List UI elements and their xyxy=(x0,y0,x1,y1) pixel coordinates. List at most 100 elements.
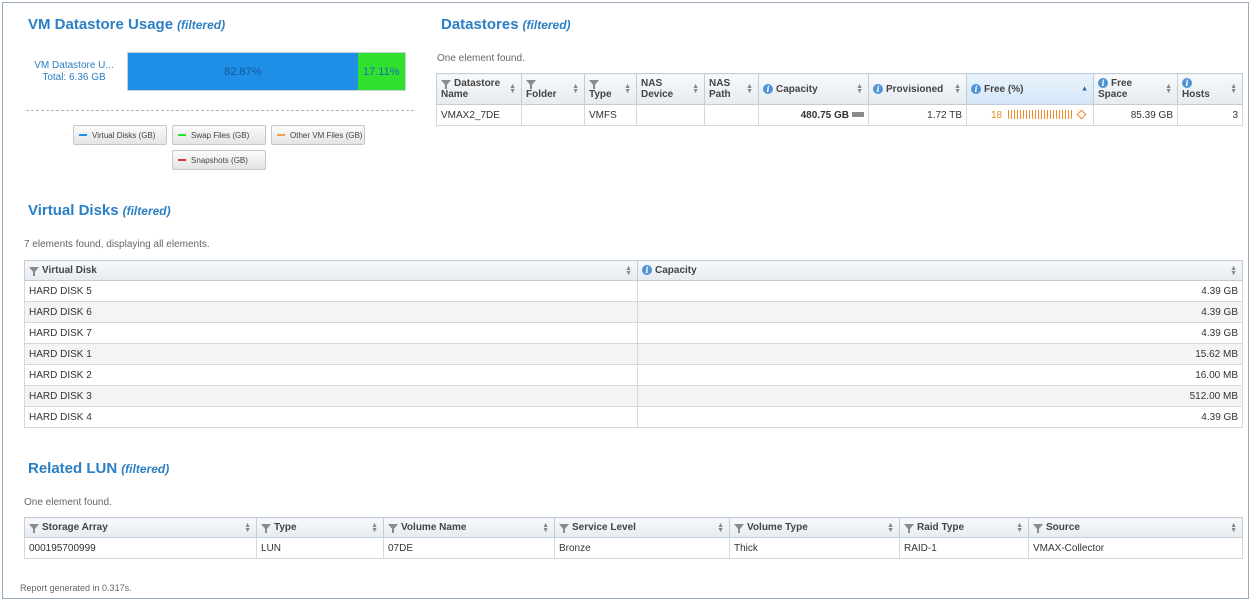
cell-datastore-name: VMAX2_7DE xyxy=(436,104,522,126)
filter-icon[interactable] xyxy=(904,524,914,533)
filter-icon[interactable] xyxy=(388,524,398,533)
filter-icon[interactable] xyxy=(589,80,599,89)
sort-icon[interactable]: ▲ ▼ xyxy=(244,522,251,534)
col-source[interactable]: Source ▲ ▼ xyxy=(1028,517,1243,538)
cell-capacity: 4.39 GB xyxy=(637,322,1243,344)
header-label: NAS xyxy=(709,78,731,89)
col-nas-path[interactable]: NAS Path ▲ ▼ xyxy=(704,73,759,105)
filter-icon[interactable] xyxy=(29,267,39,276)
filter-icon[interactable] xyxy=(441,80,451,89)
info-icon[interactable]: i xyxy=(1098,78,1108,88)
legend-snapshots[interactable]: Snapshots (GB) xyxy=(172,150,266,170)
col-provisioned[interactable]: i Provisioned ▲ ▼ xyxy=(868,73,967,105)
legend-virtual-disks[interactable]: Virtual Disks (GB) xyxy=(73,125,167,145)
col-capacity[interactable]: i Capacity ▲ ▼ xyxy=(758,73,869,105)
col-type[interactable]: Type ▲ ▼ xyxy=(256,517,384,538)
segment-swap-files[interactable]: 17.11% xyxy=(357,53,405,90)
sort-icon[interactable]: ▲ ▼ xyxy=(1165,83,1172,95)
datastores-table: Datastore Name ▲ ▼ Folder ▲ ▼ Type ▲ ▼ NAS Devic… xyxy=(436,73,1243,126)
info-icon[interactable]: i xyxy=(873,83,883,94)
cell-disk: HARD DISK 2 xyxy=(24,364,638,386)
sort-ascending-icon[interactable]: ▲ xyxy=(1081,86,1088,93)
filter-icon[interactable] xyxy=(559,524,569,533)
sort-icon[interactable]: ▲ ▼ xyxy=(887,522,894,534)
sort-icon[interactable]: ▲ ▼ xyxy=(1230,522,1237,534)
cell-raid-type: RAID-1 xyxy=(899,537,1029,559)
cell-storage-array: 000195700999 xyxy=(24,537,257,559)
filter-icon[interactable] xyxy=(261,524,271,533)
cell-capacity: 512.00 MB xyxy=(637,385,1243,407)
col-hosts[interactable]: i Hosts ▲ ▼ xyxy=(1177,73,1243,105)
col-volume-name[interactable]: Volume Name ▲ ▼ xyxy=(383,517,555,538)
table-row[interactable]: HARD DISK 2 16.00 MB xyxy=(24,364,1243,386)
table-row[interactable]: HARD DISK 1 15.62 MB xyxy=(24,343,1243,365)
filter-icon[interactable] xyxy=(734,524,744,533)
header-label-line2: Device xyxy=(641,89,674,100)
sort-icon[interactable]: ▲ ▼ xyxy=(371,522,378,534)
info-icon[interactable]: i xyxy=(971,83,981,94)
col-free-pct[interactable]: i Free (%) ▲ xyxy=(966,73,1094,105)
col-volume-type[interactable]: Volume Type ▲ ▼ xyxy=(729,517,900,538)
sort-icon[interactable]: ▲ ▼ xyxy=(542,522,549,534)
col-raid-type[interactable]: Raid Type ▲ ▼ xyxy=(899,517,1029,538)
cell-capacity: 15.62 MB xyxy=(637,343,1243,365)
sort-icon[interactable]: ▲ ▼ xyxy=(1230,265,1237,277)
sort-icon[interactable]: ▲ ▼ xyxy=(1230,83,1237,95)
sort-icon[interactable]: ▲ ▼ xyxy=(856,83,863,95)
vm-usage-filtered: (filtered) xyxy=(177,18,226,32)
col-service-level[interactable]: Service Level ▲ ▼ xyxy=(554,517,730,538)
sort-icon[interactable]: ▲ ▼ xyxy=(509,83,516,95)
legend-swatch xyxy=(79,134,87,136)
related-lun-title: Related LUN (filtered) xyxy=(28,460,170,477)
filter-icon[interactable] xyxy=(29,524,39,533)
capacity-value: 480.75 GB xyxy=(800,109,849,121)
legend-other-vm-files[interactable]: Other VM Files (GB) xyxy=(271,125,365,145)
table-row[interactable]: VMAX2_7DE VMFS 480.75 GB 1.72 TB 18 85.3… xyxy=(436,104,1243,126)
virtual-disks-count-note: 7 elements found, displaying all element… xyxy=(24,239,210,250)
sort-icon[interactable]: ▲ ▼ xyxy=(572,83,579,95)
col-free-space[interactable]: i Free Space ▲ ▼ xyxy=(1093,73,1178,105)
free-pct-bar xyxy=(1008,110,1073,120)
filter-icon[interactable] xyxy=(1033,524,1043,533)
cell-volume-type: Thick xyxy=(729,537,900,559)
legend-swatch xyxy=(277,134,285,136)
cell-type: LUN xyxy=(256,537,384,559)
table-row[interactable]: HARD DISK 6 4.39 GB xyxy=(24,301,1243,323)
col-capacity[interactable]: i Capacity ▲ ▼ xyxy=(637,260,1243,281)
sort-icon[interactable]: ▲ ▼ xyxy=(717,522,724,534)
table-row[interactable]: HARD DISK 7 4.39 GB xyxy=(24,322,1243,344)
table-row[interactable]: HARD DISK 3 512.00 MB xyxy=(24,385,1243,407)
usage-stacked-bar: 82.87% 17.11% xyxy=(127,52,406,91)
col-nas-device[interactable]: NAS Device ▲ ▼ xyxy=(636,73,705,105)
col-virtual-disk[interactable]: Virtual Disk ▲ ▼ xyxy=(24,260,638,281)
virtual-disks-title: Virtual Disks (filtered) xyxy=(28,202,171,219)
col-type[interactable]: Type ▲ ▼ xyxy=(584,73,637,105)
header-label: Storage Array xyxy=(42,522,108,533)
sort-icon[interactable]: ▲ ▼ xyxy=(746,83,753,95)
info-icon[interactable]: i xyxy=(642,265,652,275)
legend-swap-files[interactable]: Swap Files (GB) xyxy=(172,125,266,145)
table-row[interactable]: 000195700999 LUN 07DE Bronze Thick RAID-… xyxy=(24,537,1243,559)
col-datastore-name[interactable]: Datastore Name ▲ ▼ xyxy=(436,73,522,105)
header-label: Hosts xyxy=(1182,89,1210,100)
table-row[interactable]: HARD DISK 5 4.39 GB xyxy=(24,280,1243,302)
col-storage-array[interactable]: Storage Array ▲ ▼ xyxy=(24,517,257,538)
capacity-bar-icon xyxy=(852,112,864,118)
sort-icon[interactable]: ▲ ▼ xyxy=(692,83,699,95)
sort-icon[interactable]: ▲ ▼ xyxy=(624,83,631,95)
cell-disk: HARD DISK 7 xyxy=(24,322,638,344)
bar-total: Total: 6.36 GB xyxy=(42,72,106,83)
virtual-disks-table: Virtual Disk ▲ ▼ i Capacity ▲ ▼ HARD DISK 5 4.… xyxy=(24,260,1243,428)
info-icon[interactable]: i xyxy=(1182,78,1192,88)
segment-virtual-disks[interactable]: 82.87% xyxy=(128,53,358,90)
filter-icon[interactable] xyxy=(526,80,536,89)
table-row[interactable]: HARD DISK 4 4.39 GB xyxy=(24,406,1243,428)
col-folder[interactable]: Folder ▲ ▼ xyxy=(521,73,585,105)
info-icon[interactable]: i xyxy=(763,83,773,94)
header-label: Type xyxy=(274,522,297,533)
sort-icon[interactable]: ▲ ▼ xyxy=(1016,522,1023,534)
sort-icon[interactable]: ▲ ▼ xyxy=(954,83,961,95)
cell-provisioned: 1.72 TB xyxy=(868,104,967,126)
vm-usage-title: VM Datastore Usage (filtered) xyxy=(28,16,226,33)
sort-icon[interactable]: ▲ ▼ xyxy=(625,265,632,277)
